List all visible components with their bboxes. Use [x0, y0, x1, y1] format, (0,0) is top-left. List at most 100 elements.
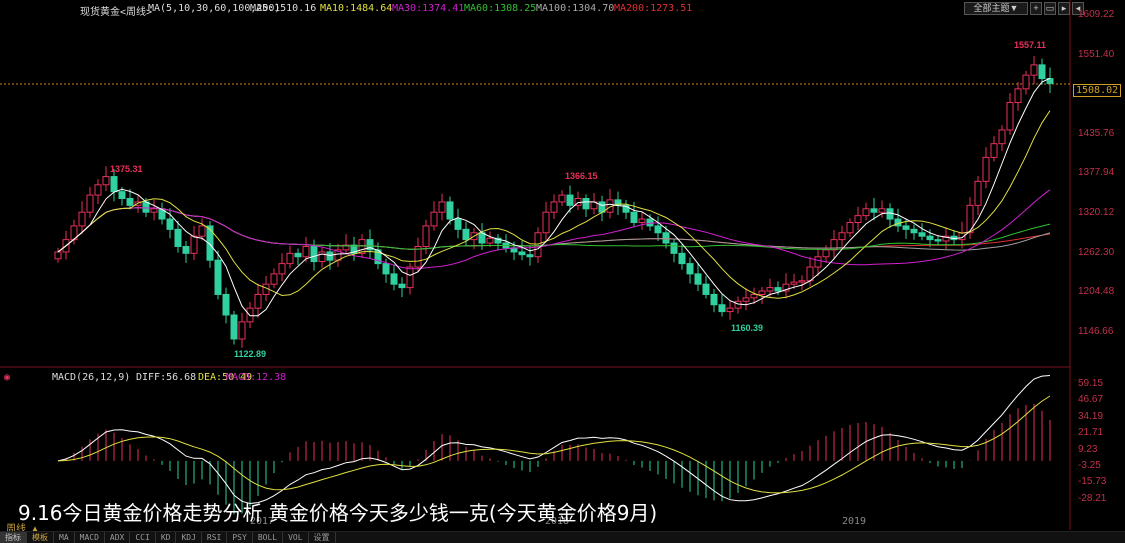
tab-0[interactable]: 指标 [0, 532, 27, 543]
macd-params: MACD(26,12,9) [52, 372, 131, 383]
macd-settings-icon[interactable]: ◉ [4, 372, 10, 383]
candle-body [910, 228, 918, 234]
candle-body [790, 281, 798, 285]
candle-body [486, 237, 494, 244]
macd-axis-label: 21.71 [1078, 427, 1104, 439]
candle-body [854, 215, 862, 223]
candle-body [1038, 64, 1046, 80]
candle-body [326, 251, 334, 261]
candle-body [270, 273, 278, 285]
crosshair-icon[interactable]: + [1030, 2, 1042, 15]
candle-body [670, 242, 678, 254]
macd-value: MACD:12.38 [226, 372, 287, 383]
candle-body [718, 304, 726, 313]
chart-title: 现货黄金<周线> [80, 7, 153, 18]
candle-body [1006, 102, 1014, 131]
candle-body [142, 201, 150, 213]
candle-body [630, 211, 638, 223]
candle-body [758, 290, 766, 295]
tab-2[interactable]: MA [54, 532, 75, 543]
candle-body [310, 245, 318, 263]
candle-body [126, 198, 134, 206]
macd-axis-label: 34.19 [1078, 410, 1104, 422]
price-axis-label: 1320.12 [1078, 207, 1115, 218]
candle-body [462, 228, 470, 241]
candle-body [150, 208, 158, 213]
candle-body [102, 176, 110, 186]
candle-body [686, 263, 694, 275]
theme-dropdown[interactable]: 全部主题▼ [964, 2, 1028, 15]
price-axis-label: 1377.94 [1078, 167, 1115, 179]
candle-body [694, 273, 702, 285]
layout-icon[interactable]: ▭ [1044, 2, 1056, 15]
candle-body [318, 251, 326, 263]
candle-body [678, 252, 686, 265]
candle-body [926, 235, 934, 241]
macd-axis-label: 59.15 [1078, 378, 1104, 389]
price-axis-label: 1551.40 [1078, 48, 1115, 60]
tab-7[interactable]: KDJ [176, 532, 202, 543]
candle-body [710, 293, 718, 306]
tab-4[interactable]: ADX [105, 532, 131, 543]
candle-body [302, 245, 310, 258]
candle-body [94, 184, 102, 196]
current-price-label: 1508.02 [1073, 84, 1122, 97]
chart-canvas[interactable] [0, 0, 1125, 542]
tab-11[interactable]: VOL [283, 532, 309, 543]
macd-axis-label: -3.25 [1078, 460, 1101, 471]
candle-body [582, 198, 590, 210]
macd-diff: DIFF:56.68 [136, 372, 197, 383]
candle-body [438, 201, 446, 213]
price-axis-label: 1435.76 [1078, 127, 1115, 139]
candle-body [406, 266, 414, 289]
candle-body [422, 225, 430, 247]
candle-body [230, 314, 238, 340]
ma5-value: MA5:1510.16 [250, 3, 317, 14]
annotation-high: 1557.11 [1014, 40, 1047, 50]
candle-body [1022, 74, 1030, 90]
candle-body [398, 283, 406, 289]
candle-body [990, 143, 998, 158]
ma200-value: MA200:1273.51 [614, 3, 693, 14]
tab-9[interactable]: PSY [227, 532, 253, 543]
tab-1[interactable]: 模板 [27, 532, 54, 543]
candle-body [238, 321, 246, 340]
tab-8[interactable]: RSI [202, 532, 228, 543]
candle-body [278, 263, 286, 275]
candle-body [998, 129, 1006, 145]
candle-body [534, 232, 542, 258]
ma30-value: MA30:1374.41 [392, 3, 465, 14]
tab-5[interactable]: CCI [130, 532, 156, 543]
tab-3[interactable]: MACD [75, 532, 105, 543]
candle-body [182, 245, 190, 254]
candle-body [734, 300, 742, 309]
candle-body [726, 307, 734, 313]
tab-6[interactable]: KD [156, 532, 177, 543]
candle-body [918, 232, 926, 237]
candle-body [662, 232, 670, 244]
candle-body [766, 287, 774, 292]
indicator-tabs: 指标 模板 MA MACD ADX CCI KD KDJ RSI PSY BOLL VOL 设置 [0, 531, 1125, 543]
caption-overlay: 9.16今日黄金价格走势分析 黄金价格今天多少钱一克(今天黄金价格9月) [18, 501, 658, 525]
dea-line [57, 395, 1051, 494]
candle-body [118, 191, 126, 200]
candle-body [646, 218, 654, 227]
candle-body [902, 225, 910, 230]
candle-body [86, 194, 94, 213]
candle-body [198, 225, 206, 237]
price-axis-label: 1146.66 [1078, 325, 1114, 337]
price-axis-label: 1609.22 [1078, 9, 1115, 20]
candle-body [190, 235, 198, 254]
play-icon[interactable]: ▸ [1058, 2, 1070, 15]
tab-10[interactable]: BOLL [253, 532, 284, 543]
candle-body [174, 228, 182, 247]
macd-axis-label: -15.73 [1078, 476, 1107, 488]
macd-axis-label: 46.67 [1078, 394, 1104, 406]
candle-body [798, 280, 806, 283]
tab-12[interactable]: 设置 [309, 532, 336, 543]
annotation-high: 1366.15 [565, 171, 598, 181]
candle-body [862, 208, 870, 217]
candle-body [54, 251, 62, 260]
annotation-low: 1160.39 [731, 323, 764, 333]
candle-body [110, 176, 118, 193]
